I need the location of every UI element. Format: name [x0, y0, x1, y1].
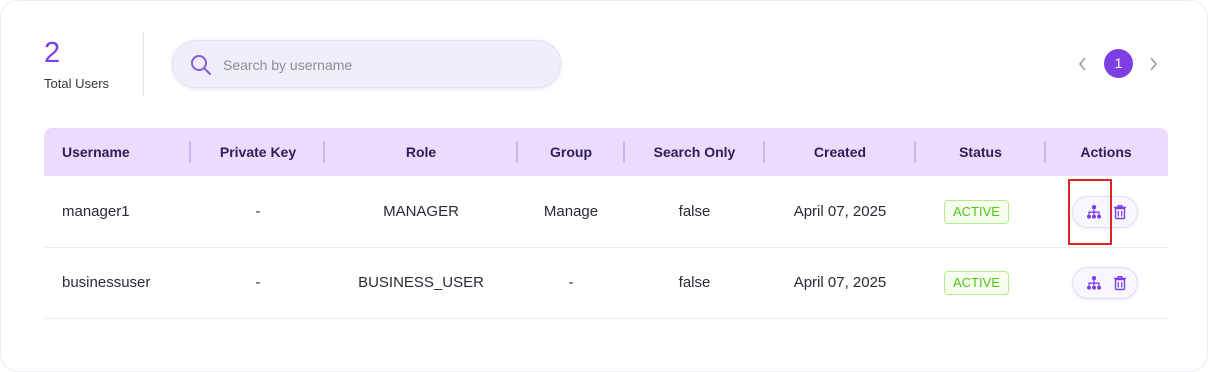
table-header: Username Private Key Role Group Search O… — [44, 128, 1168, 176]
row-actions — [1072, 267, 1138, 299]
column-divider — [623, 141, 625, 163]
column-header-actions: Actions — [1080, 144, 1132, 160]
cell-private-key: - — [255, 203, 261, 220]
column-header-search-only[interactable]: Search Only — [626, 128, 763, 176]
search-input[interactable] — [221, 41, 545, 89]
table-row[interactable]: businessuser - BUSINESS_USER - false Apr… — [44, 248, 1168, 319]
chevron-right-icon — [1150, 57, 1158, 71]
column-divider — [516, 141, 518, 163]
total-users-label: Total Users — [44, 76, 110, 91]
cell-group: Manage — [543, 203, 599, 220]
column-divider — [189, 141, 191, 163]
cell-group: - — [568, 274, 574, 291]
pagination-page-1[interactable]: 1 — [1104, 49, 1133, 78]
search-icon — [191, 55, 211, 75]
column-divider — [323, 141, 325, 163]
cell-created: April 07, 2025 — [793, 274, 887, 291]
status-badge: ACTIVE — [944, 200, 1009, 224]
status-badge: ACTIVE — [944, 271, 1009, 295]
trash-icon[interactable] — [1112, 275, 1128, 291]
chevron-left-icon — [1078, 57, 1086, 71]
cell-search-only: false — [678, 274, 711, 291]
pagination-prev[interactable] — [1074, 49, 1092, 79]
column-header-status[interactable]: Status — [917, 128, 1044, 176]
search-box[interactable] — [172, 40, 561, 89]
total-users-count: 2 — [44, 37, 61, 69]
column-divider — [914, 141, 916, 163]
column-divider — [763, 141, 765, 163]
column-header-private-key[interactable]: Private Key — [194, 128, 322, 176]
cell-role: BUSINESS_USER — [358, 274, 484, 291]
cell-username: businessuser — [62, 274, 151, 291]
cell-created: April 07, 2025 — [793, 203, 887, 220]
column-divider — [1044, 141, 1046, 163]
column-header-group[interactable]: Group — [519, 128, 623, 176]
trash-icon[interactable] — [1112, 204, 1128, 220]
stat-divider — [143, 33, 144, 95]
cell-private-key: - — [255, 274, 261, 291]
focus-highlight — [1068, 179, 1112, 245]
hierarchy-icon[interactable] — [1086, 275, 1102, 291]
pagination-next[interactable] — [1144, 49, 1162, 79]
cell-username: manager1 — [62, 203, 130, 220]
total-users-stat: 2 Total Users — [44, 36, 109, 91]
cell-role: MANAGER — [383, 203, 459, 220]
column-header-username[interactable]: Username — [62, 128, 130, 176]
column-header-role[interactable]: Role — [326, 128, 516, 176]
column-header-created[interactable]: Created — [766, 128, 914, 176]
table-row[interactable]: manager1 - MANAGER Manage false April 07… — [44, 177, 1168, 248]
cell-search-only: false — [678, 203, 711, 220]
